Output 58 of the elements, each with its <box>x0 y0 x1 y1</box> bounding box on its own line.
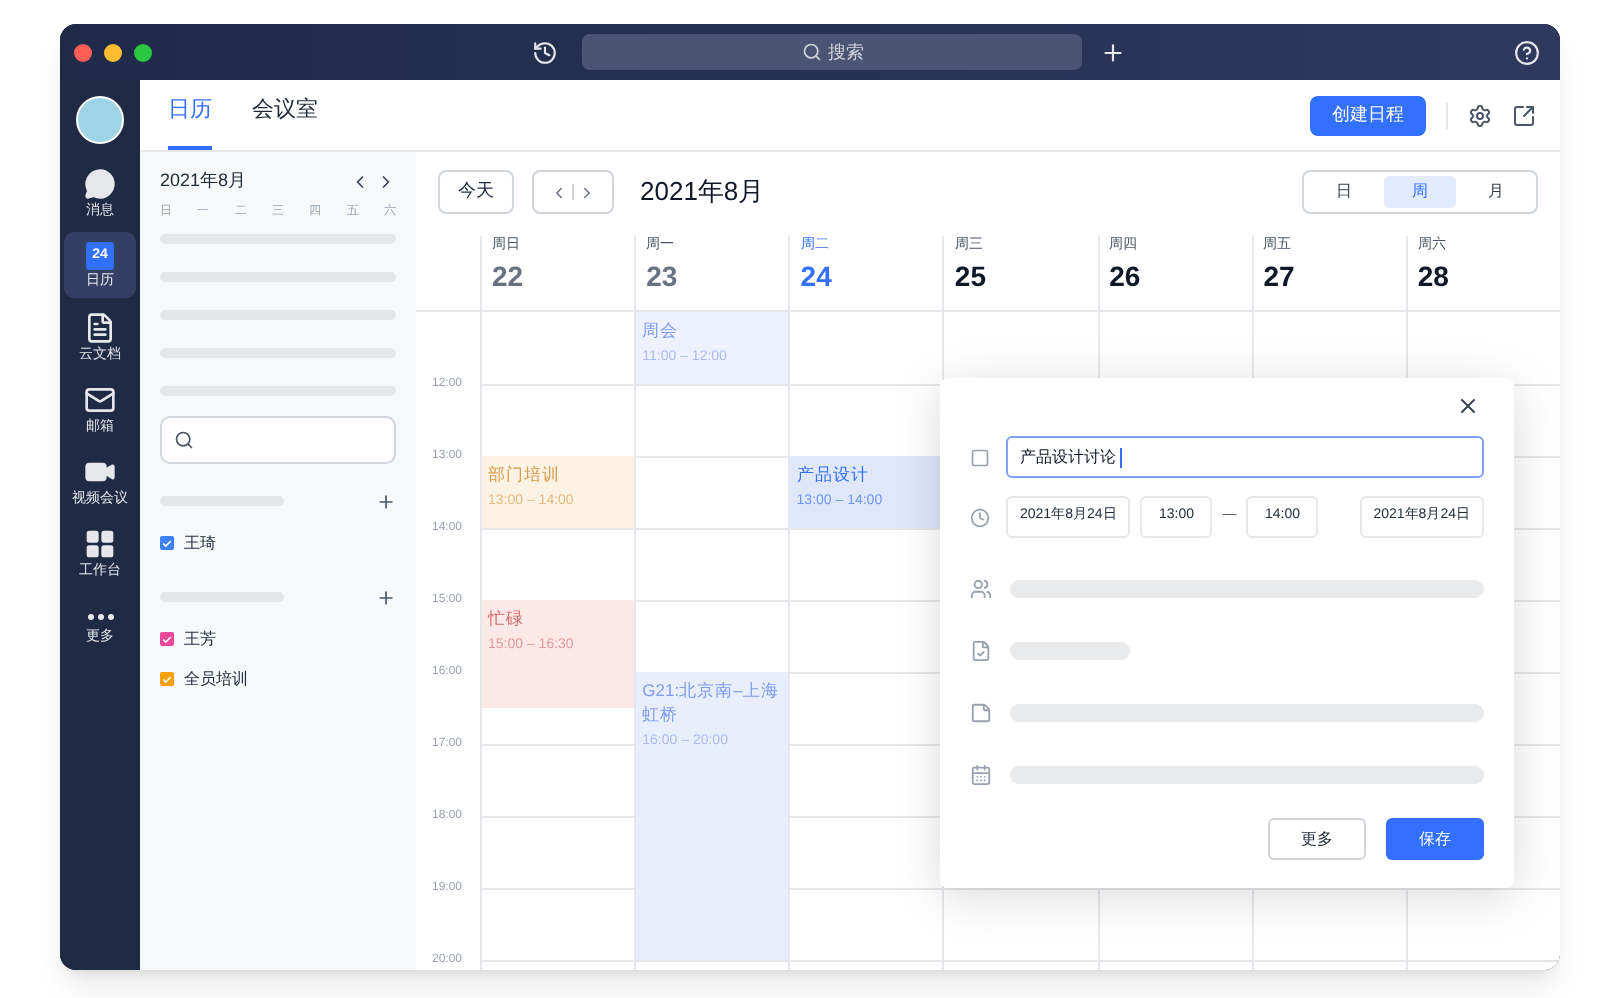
more-icon <box>87 613 113 619</box>
view-tab[interactable]: 周 <box>1384 176 1456 208</box>
add-icon[interactable] <box>376 491 396 511</box>
pop-out-icon[interactable] <box>1512 103 1536 127</box>
minimize-window-button[interactable] <box>104 43 122 61</box>
grid-icon <box>84 528 116 560</box>
document-icon <box>84 312 116 344</box>
checkbox[interactable] <box>160 632 174 646</box>
calendar-name: 全员培训 <box>184 667 248 691</box>
date-number: 22 <box>492 257 526 293</box>
close-icon[interactable] <box>1456 394 1480 418</box>
close-window-button[interactable] <box>74 43 92 61</box>
chat-icon <box>84 168 116 200</box>
date-number: 23 <box>646 257 680 293</box>
period-title: 2021年8月 <box>640 174 765 211</box>
create-event-button[interactable]: 创建日程 <box>1310 95 1426 135</box>
event-title: 部门培训 <box>488 462 562 486</box>
title-icon <box>970 447 990 467</box>
document-icon <box>970 640 992 662</box>
search-icon <box>802 42 822 62</box>
history-icon[interactable] <box>532 39 558 65</box>
settings-icon[interactable] <box>1468 103 1492 127</box>
search-field[interactable] <box>160 415 396 463</box>
view-tab[interactable]: 月 <box>1460 176 1532 208</box>
view-tab[interactable]: 日 <box>1308 176 1380 208</box>
date-number: 24 <box>800 257 834 293</box>
search-icon <box>174 429 194 449</box>
avatar <box>76 96 124 144</box>
event-title: 周会 <box>642 318 681 342</box>
tab[interactable]: 会议室 <box>252 93 318 150</box>
checkbox[interactable] <box>160 672 174 686</box>
clock-icon <box>970 507 990 527</box>
next-week-icon[interactable] <box>578 183 596 201</box>
checkbox[interactable] <box>160 536 174 550</box>
add-icon[interactable] <box>1100 39 1126 65</box>
mail-icon <box>84 384 116 416</box>
save-button[interactable]: 保存 <box>1386 818 1484 860</box>
previous-week-icon[interactable] <box>550 183 568 201</box>
event-title: 产品设计 <box>796 462 871 486</box>
calendar-name: 王芳 <box>184 627 216 651</box>
note-icon <box>970 702 992 724</box>
event-title: 忙碌 <box>488 606 526 630</box>
maximize-window-button[interactable] <box>134 43 152 61</box>
month-label: 2021年8月 <box>160 168 247 194</box>
title-input[interactable]: 产品设计讨论 <box>1006 436 1484 478</box>
date-number: 26 <box>1109 257 1143 293</box>
today-button[interactable]: 今天 <box>438 170 514 214</box>
more-button[interactable]: 更多 <box>1268 818 1366 860</box>
add-icon[interactable] <box>376 587 396 607</box>
calendar-name: 王琦 <box>184 531 216 555</box>
date-number: 28 <box>1417 257 1451 293</box>
calendar-icon <box>970 764 992 786</box>
people-icon <box>970 578 992 600</box>
date-number: 25 <box>954 257 988 293</box>
date-number: 27 <box>1263 257 1297 293</box>
event-title: G21:北京南–上海虹桥 <box>642 678 781 726</box>
help-icon[interactable] <box>1514 39 1540 65</box>
search-field[interactable]: 搜索 <box>582 34 1082 70</box>
